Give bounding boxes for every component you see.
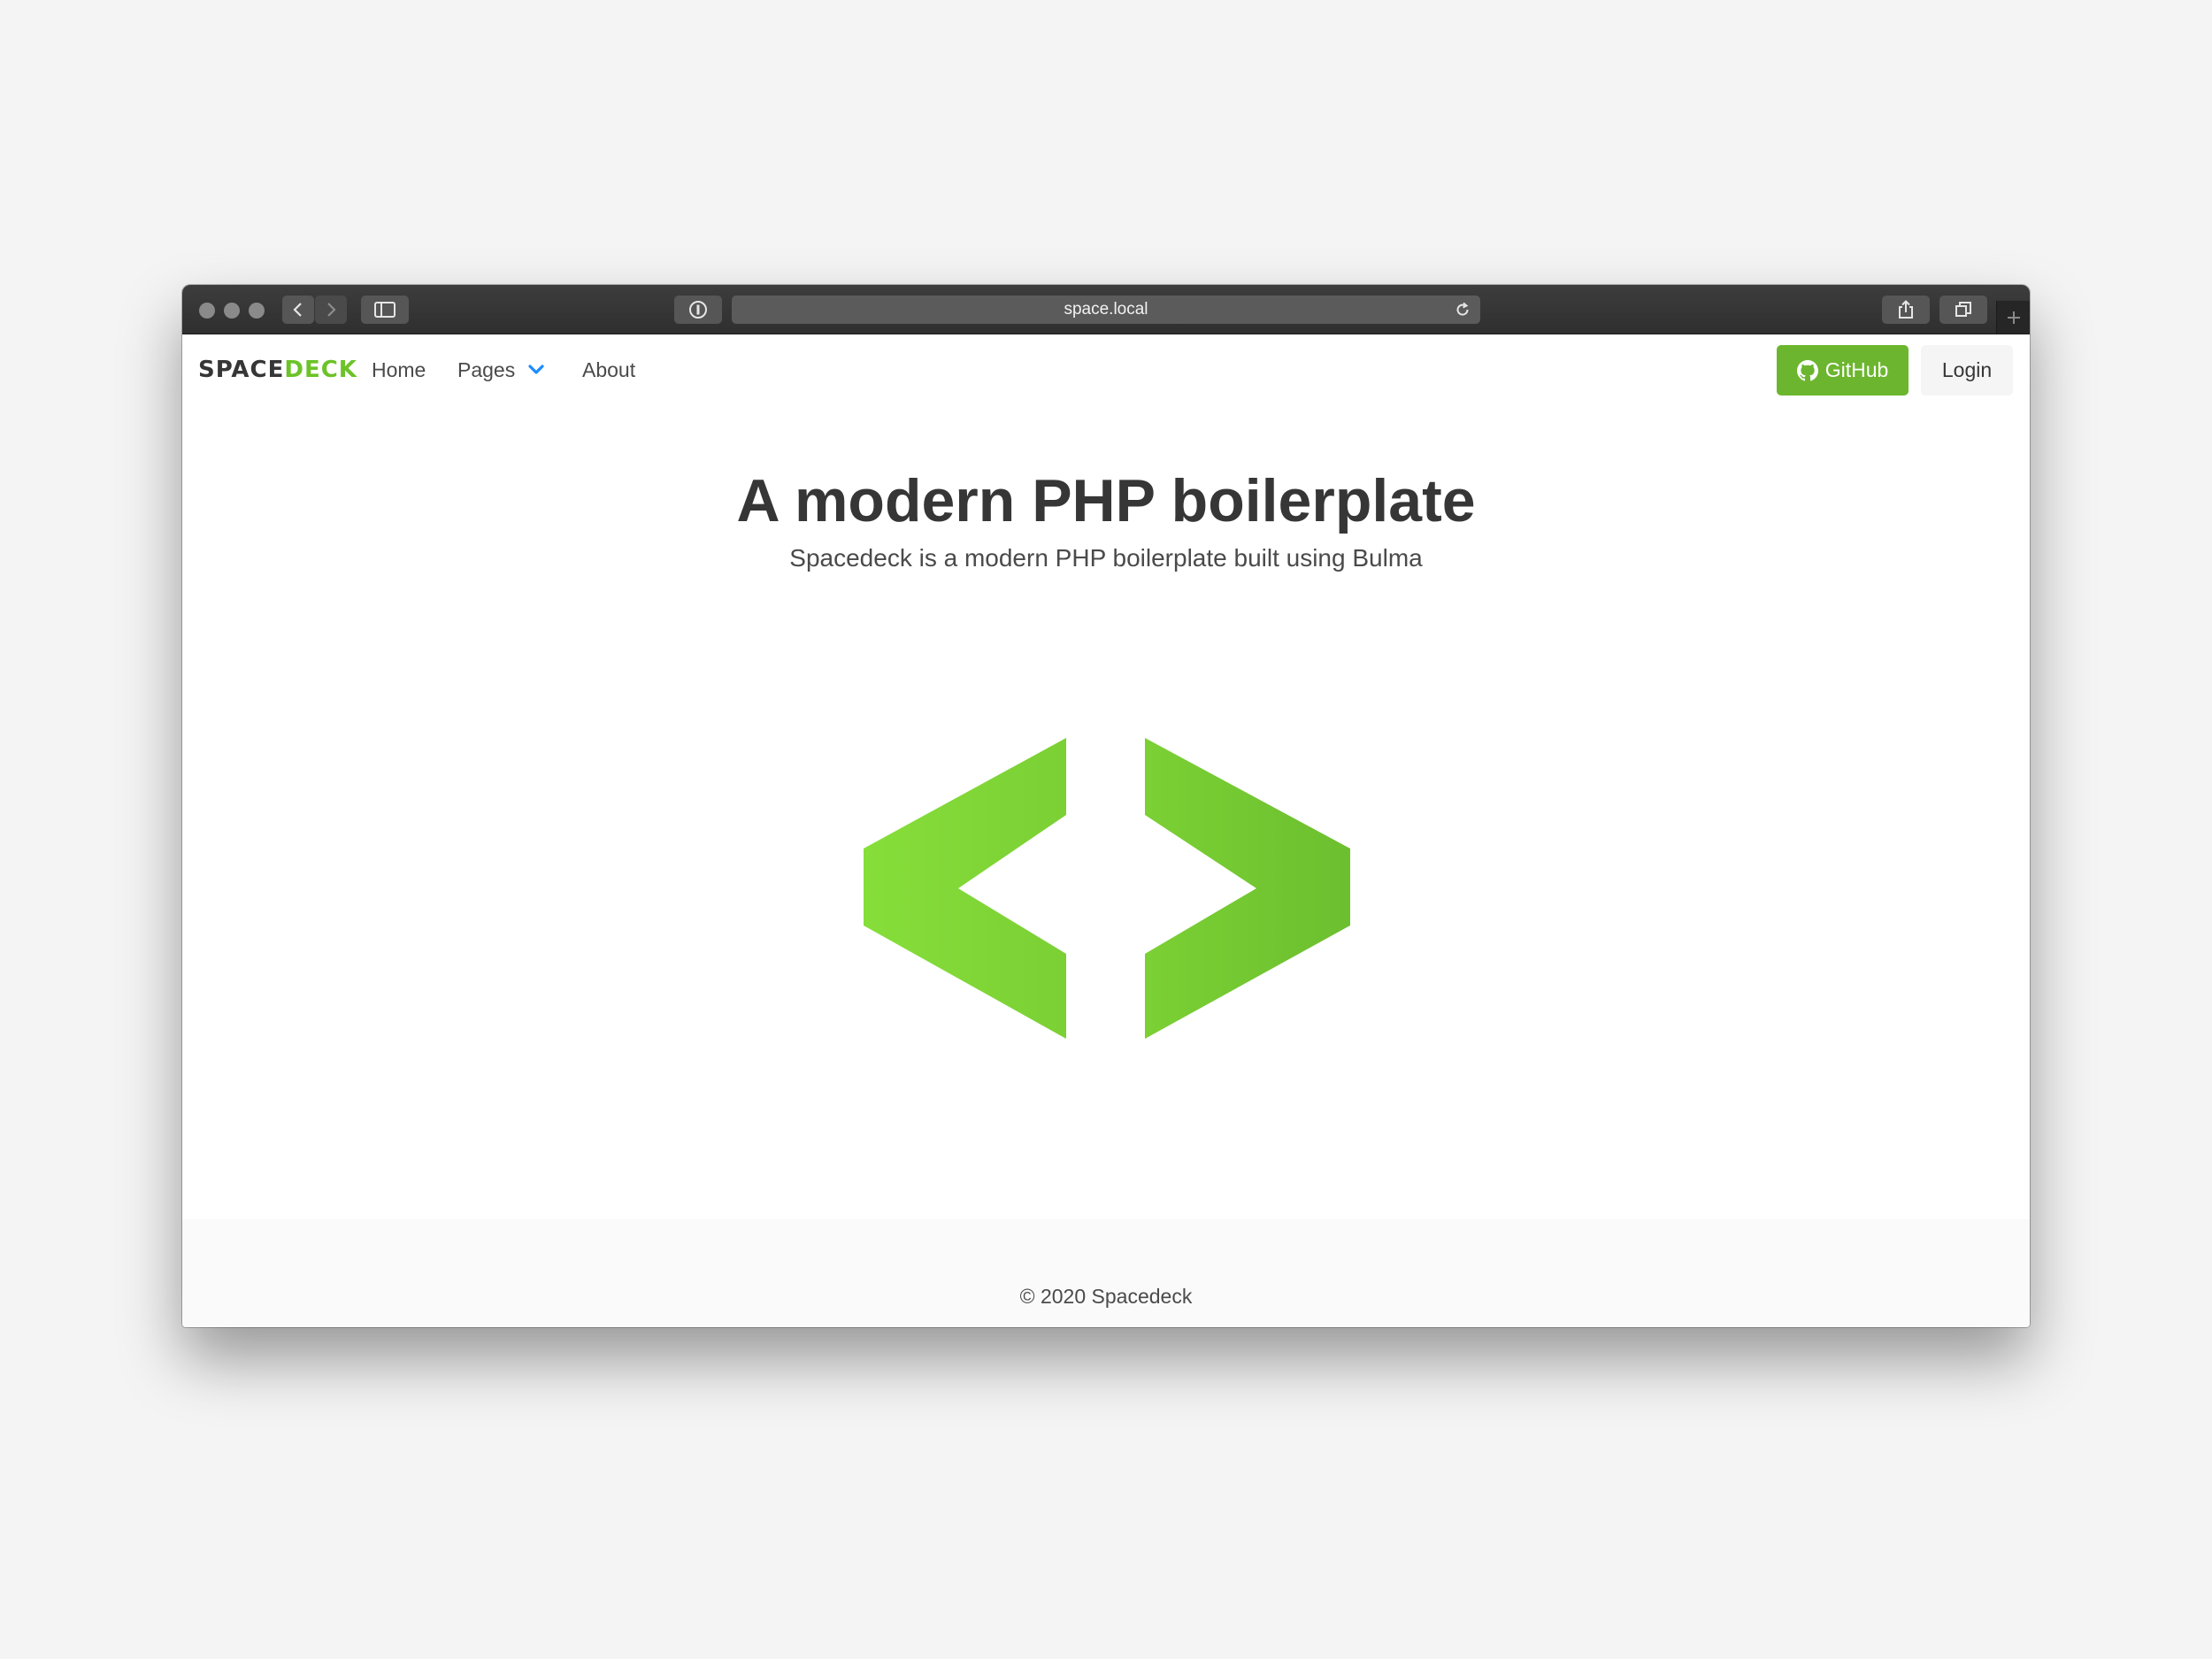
github-button[interactable]: GitHub [1777,345,1909,396]
chevron-left-icon [293,303,302,317]
share-button[interactable] [1882,296,1930,324]
right-angle-bracket [1145,738,1350,1039]
footer: © 2020 Spacedeck [182,1275,2030,1327]
browser-window: space.local SPACEDECK Home Pages About G… [182,285,2030,1327]
login-button[interactable]: Login [1921,345,2013,396]
nav-item-home[interactable]: Home [372,352,426,388]
address-bar[interactable]: space.local [732,296,1480,324]
hero-subtitle: Spacedeck is a modern PHP boilerplate bu… [789,544,1423,572]
footer-copyright: © 2020 Spacedeck [1019,1285,1193,1308]
new-tab-button[interactable] [1996,301,2030,334]
hero-title: A modern PHP boilerplate [736,467,1476,534]
page-viewport: SPACEDECK Home Pages About GitHub Login … [182,334,2030,1327]
left-angle-bracket [864,738,1066,1039]
brand-logo[interactable]: SPACEDECK [198,352,357,388]
nav-item-about[interactable]: About [582,352,635,388]
zoom-window-dot[interactable] [249,303,265,319]
minimize-window-dot[interactable] [224,303,240,319]
navbar: SPACEDECK Home Pages About GitHub Login [182,334,2030,405]
browser-toolbar: space.local [182,285,2030,334]
chevron-right-icon [327,303,336,317]
sidebar-icon [374,302,396,318]
url-text: space.local [1064,300,1148,319]
github-button-label: GitHub [1824,358,1889,381]
sidebar-toggle-button[interactable] [361,296,409,324]
chevron-down-icon [528,365,544,374]
tabs-overview-button[interactable] [1939,296,1987,324]
forward-button[interactable] [315,296,347,324]
reload-icon[interactable] [1454,301,1471,319]
close-window-dot[interactable] [199,303,215,319]
nav-item-pages[interactable]: Pages [457,352,545,388]
brand-text-deck: DECK [284,357,357,383]
footer-background [182,1219,2030,1275]
code-brackets-logo [864,738,1350,1039]
back-button[interactable] [282,296,314,324]
github-icon [1796,359,1818,380]
nav-item-pages-label: Pages [457,358,516,381]
password-manager-button[interactable] [674,296,722,324]
password-manager-icon [689,301,707,319]
tabs-icon [1955,302,1971,317]
plus-icon [2008,311,2020,324]
brand-text-space: SPACE [198,357,285,383]
share-icon [1899,300,1913,319]
